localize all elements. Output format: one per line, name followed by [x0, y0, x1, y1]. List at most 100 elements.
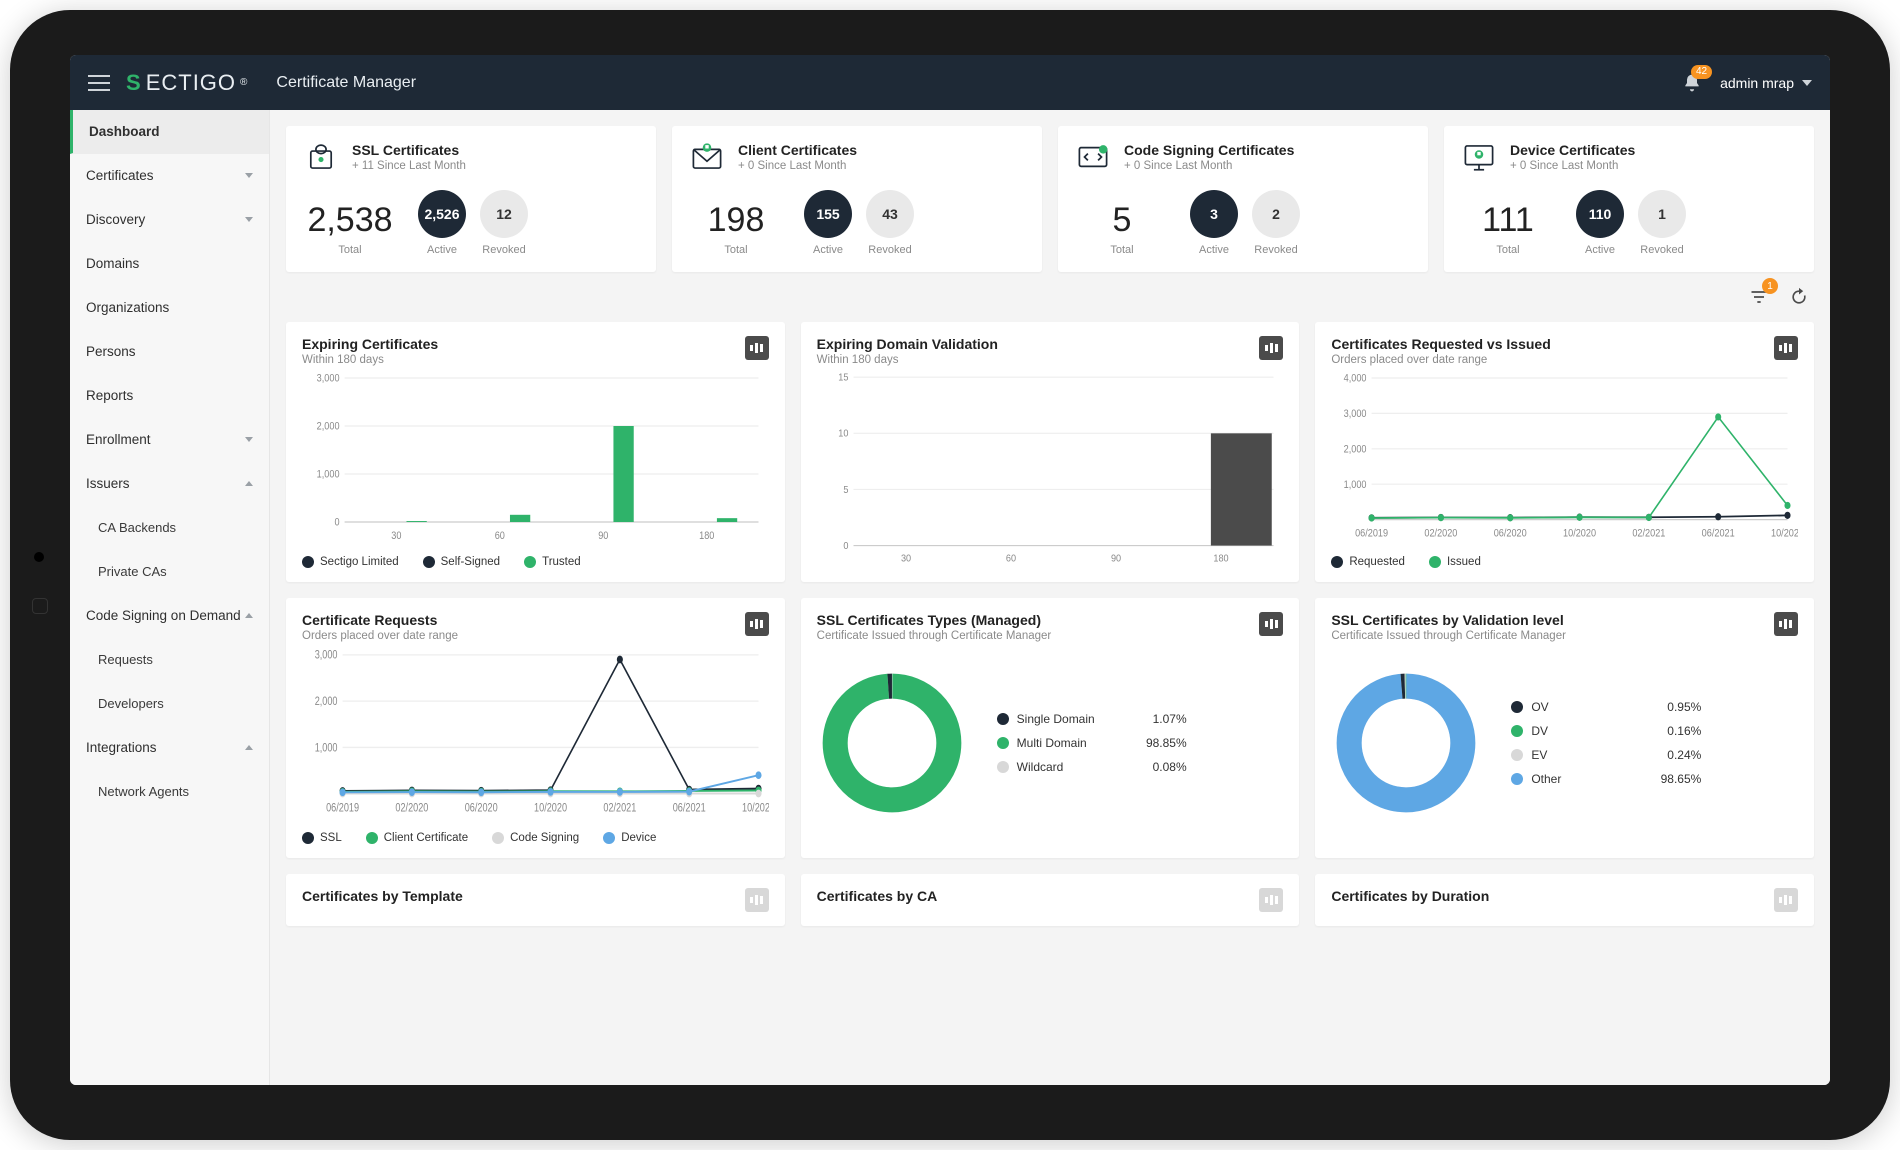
sidebar-item-label: Domains	[86, 256, 139, 271]
requested-vs-issued-chart: 1,0002,0003,0004,00006/201902/202006/202…	[1331, 366, 1798, 546]
sidebar-item-label: Issuers	[86, 476, 130, 491]
chart-options-icon[interactable]	[1774, 336, 1798, 360]
envelope-icon	[690, 142, 724, 172]
chart-options-icon[interactable]	[1774, 612, 1798, 636]
chevron-up-icon	[245, 745, 253, 750]
filter-badge: 1	[1762, 278, 1778, 294]
svg-text:30: 30	[391, 530, 402, 542]
svg-text:02/2021: 02/2021	[603, 803, 636, 815]
refresh-button[interactable]	[1788, 286, 1810, 308]
chart-options-icon[interactable]	[1259, 336, 1283, 360]
stat-total-label: Total	[1076, 244, 1168, 256]
svg-text:1,000: 1,000	[315, 742, 338, 754]
chart-legend: RequestedIssued	[1331, 556, 1798, 568]
user-name: admin mrap	[1720, 75, 1794, 91]
svg-text:3,000: 3,000	[1344, 408, 1367, 420]
ssl-types-donut	[817, 668, 967, 818]
panel-ssl-validation: SSL Certificates by Validation level Cer…	[1315, 598, 1814, 858]
legend-label: Other	[1531, 772, 1561, 786]
legend-item: Other98.65%	[1511, 772, 1701, 786]
chart-options-icon[interactable]	[1259, 888, 1283, 912]
legend-label: EV	[1531, 748, 1547, 762]
sidebar-item-dashboard[interactable]: Dashboard	[70, 110, 269, 154]
stat-revoked-label: Revoked	[480, 244, 528, 256]
legend-item: Code Signing	[492, 832, 579, 844]
chevron-down-icon	[1802, 80, 1812, 86]
legend-item: Single Domain1.07%	[997, 712, 1187, 726]
sidebar-item-issuers[interactable]: Issuers	[70, 462, 269, 506]
chart-options-icon[interactable]	[745, 336, 769, 360]
sidebar-item-reports[interactable]: Reports	[70, 374, 269, 418]
notifications-icon[interactable]: 42	[1682, 73, 1702, 93]
chart-options-icon[interactable]	[1259, 612, 1283, 636]
sidebar-item-organizations[interactable]: Organizations	[70, 286, 269, 330]
stat-active-label: Active	[804, 244, 852, 256]
user-menu[interactable]: admin mrap	[1720, 75, 1812, 91]
stat-revoked-label: Revoked	[1252, 244, 1300, 256]
app-title: Certificate Manager	[276, 74, 416, 92]
chart-options-icon[interactable]	[1774, 888, 1798, 912]
sidebar-item-label: Private CAs	[98, 564, 167, 579]
stat-card-ssl-certificates: SSL Certificates + 11 Since Last Month 2…	[286, 126, 656, 272]
svg-text:90: 90	[598, 530, 609, 542]
stat-revoked-label: Revoked	[1638, 244, 1686, 256]
notifications-badge: 42	[1691, 65, 1712, 79]
svg-text:10: 10	[838, 428, 848, 440]
legend-dot-icon	[524, 556, 536, 568]
panel-subtitle: Within 180 days	[817, 354, 998, 366]
legend-dot-icon	[366, 832, 378, 844]
legend-label: Trusted	[542, 556, 581, 568]
panels-grid: Expiring Certificates Within 180 days 1,…	[270, 314, 1830, 942]
legend-dot-icon	[1511, 725, 1523, 737]
svg-text:02/2020: 02/2020	[395, 803, 428, 815]
svg-text:10/2020: 10/2020	[534, 803, 567, 815]
legend-dot-icon	[492, 832, 504, 844]
legend-label: Client Certificate	[384, 832, 468, 844]
sidebar-item-discovery[interactable]: Discovery	[70, 198, 269, 242]
sidebar-item-requests[interactable]: Requests	[70, 638, 269, 682]
panel-title: Expiring Certificates	[302, 336, 438, 352]
panel-subtitle: Within 180 days	[302, 354, 438, 366]
sidebar-item-label: Dashboard	[89, 124, 160, 139]
sidebar-item-ca-backends[interactable]: CA Backends	[70, 506, 269, 550]
filter-button[interactable]: 1	[1748, 286, 1770, 308]
legend-item: Sectigo Limited	[302, 556, 399, 568]
sidebar-item-developers[interactable]: Developers	[70, 682, 269, 726]
sidebar-item-integrations[interactable]: Integrations	[70, 726, 269, 770]
main-content: SSL Certificates + 11 Since Last Month 2…	[270, 110, 1830, 1085]
sidebar-item-code-signing-on-demand[interactable]: Code Signing on Demand	[70, 594, 269, 638]
sidebar-item-private-cas[interactable]: Private CAs	[70, 550, 269, 594]
chart-options-icon[interactable]	[745, 888, 769, 912]
chart-legend: Single Domain1.07%Multi Domain98.85%Wild…	[997, 712, 1187, 774]
stat-active-value: 155	[804, 190, 852, 238]
svg-text:2,000: 2,000	[317, 421, 340, 433]
svg-text:02/2020: 02/2020	[1425, 528, 1458, 540]
brand-mark: S	[126, 70, 142, 96]
sidebar-item-enrollment[interactable]: Enrollment	[70, 418, 269, 462]
legend-percent: 0.95%	[1667, 700, 1701, 714]
svg-text:60: 60	[495, 530, 506, 542]
chevron-up-icon	[245, 481, 253, 486]
hamburger-icon[interactable]	[88, 75, 110, 91]
legend-dot-icon	[1511, 749, 1523, 761]
sidebar-item-network-agents[interactable]: Network Agents	[70, 770, 269, 814]
chart-legend: SSLClient CertificateCode SigningDevice	[302, 832, 769, 844]
panel-subtitle: Orders placed over date range	[1331, 354, 1550, 366]
stat-card-client-certificates: Client Certificates + 0 Since Last Month…	[672, 126, 1042, 272]
stat-card-device-certificates: Device Certificates + 0 Since Last Month…	[1444, 126, 1814, 272]
stat-revoked-label: Revoked	[866, 244, 914, 256]
expiring-domain-chart: 051015306090180	[817, 366, 1284, 568]
sidebar-item-persons[interactable]: Persons	[70, 330, 269, 374]
svg-text:3,000: 3,000	[315, 650, 338, 662]
chart-options-icon[interactable]	[745, 612, 769, 636]
legend-label: Issued	[1447, 556, 1481, 568]
panel-by-template: Certificates by Template	[286, 874, 785, 926]
sidebar-item-domains[interactable]: Domains	[70, 242, 269, 286]
svg-text:0: 0	[843, 541, 848, 553]
stat-total-value: 198	[690, 201, 782, 240]
sidebar-item-label: Reports	[86, 388, 133, 403]
sidebar-item-certificates[interactable]: Certificates	[70, 154, 269, 198]
legend-label: Single Domain	[1017, 712, 1095, 726]
legend-item: Client Certificate	[366, 832, 468, 844]
ssl-validation-donut	[1331, 668, 1481, 818]
